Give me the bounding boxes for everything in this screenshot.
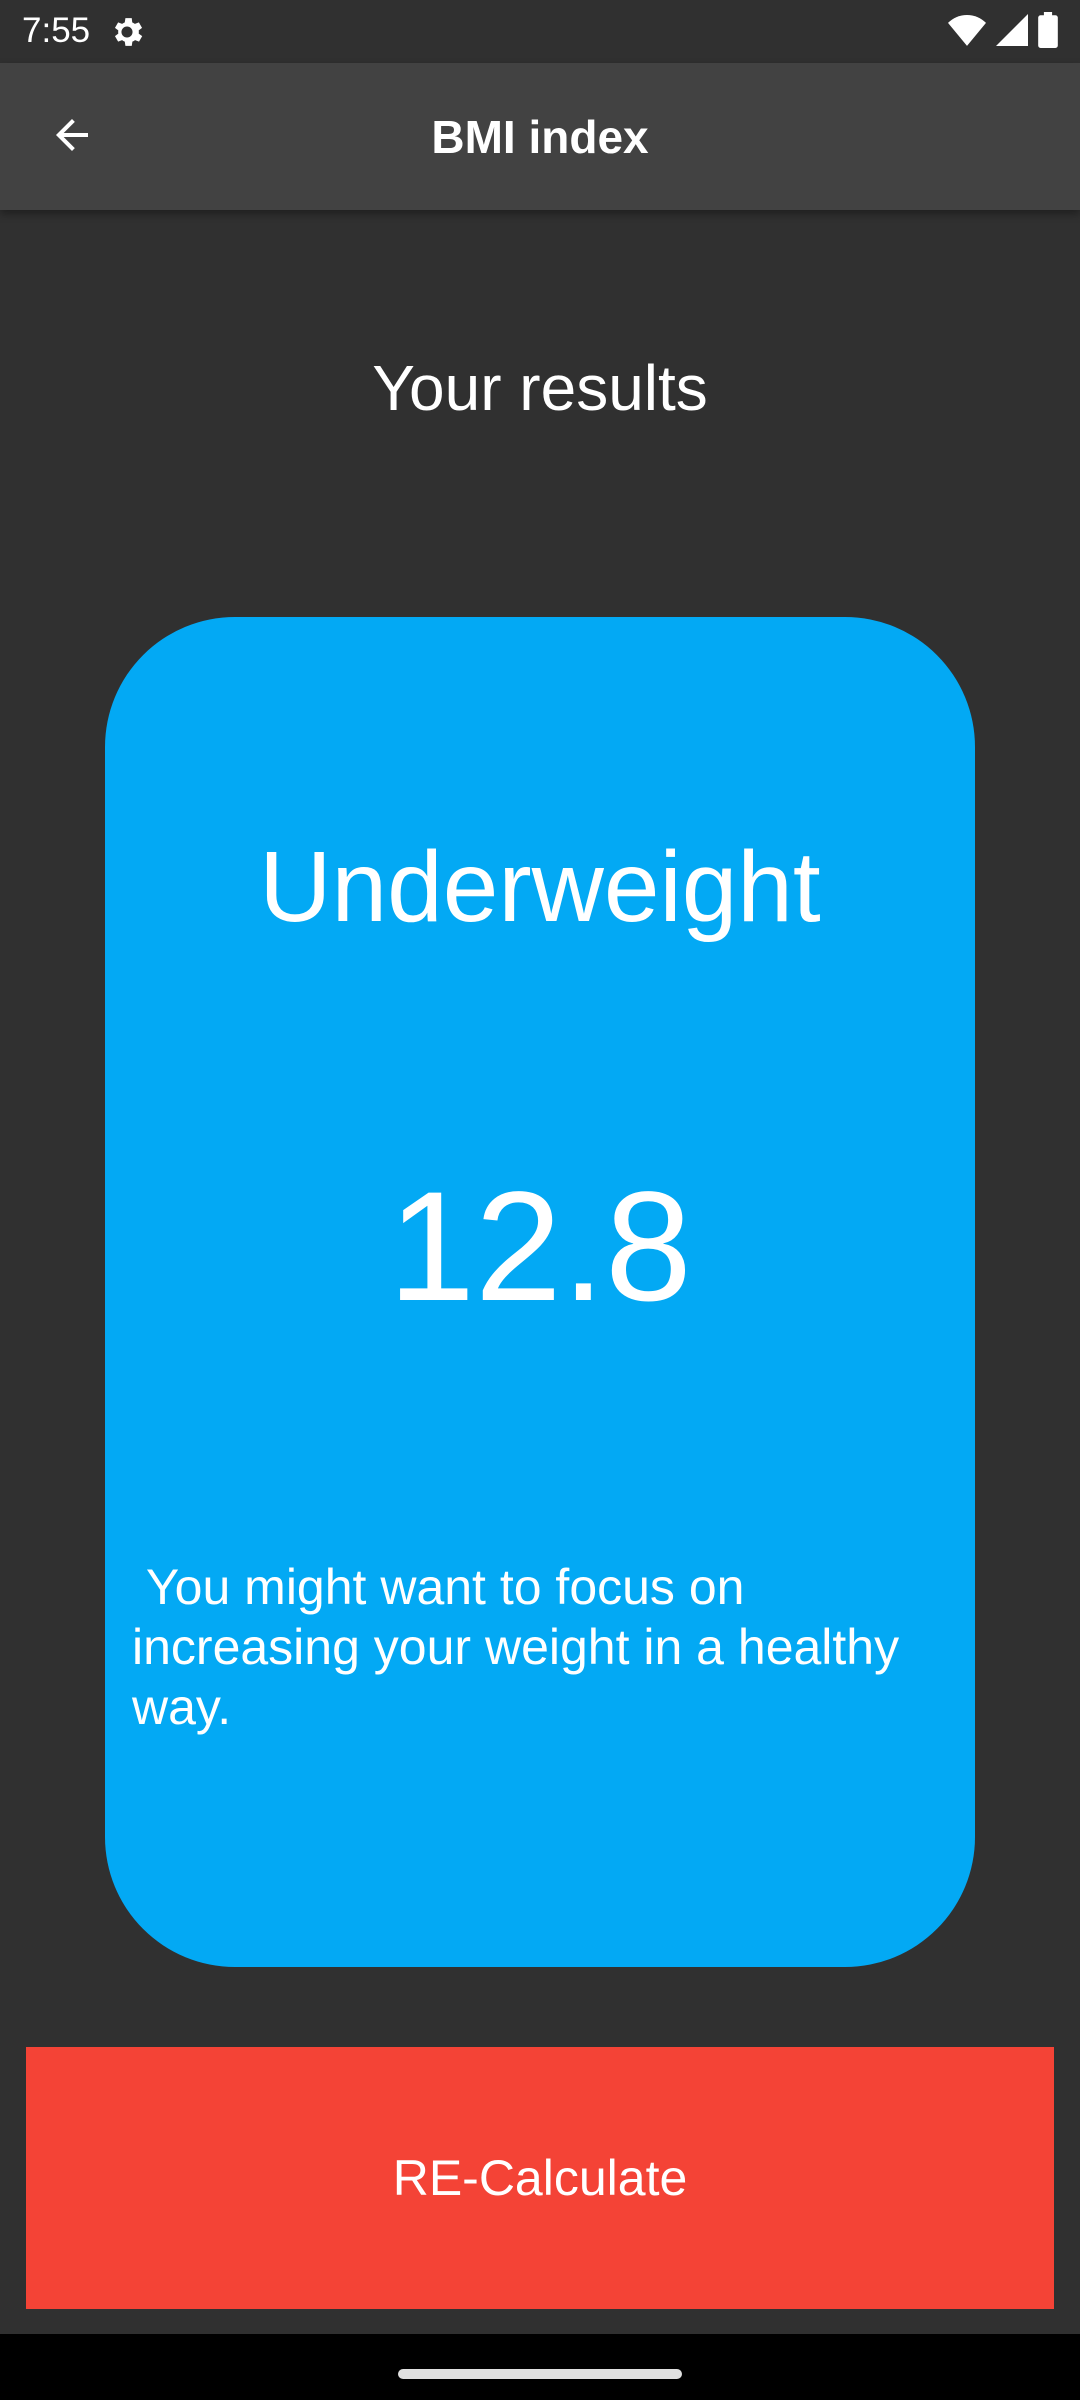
navigation-bar xyxy=(0,2334,1080,2400)
home-gesture-handle[interactable] xyxy=(398,2369,682,2379)
cell-signal-icon xyxy=(996,13,1028,51)
settings-gear-icon xyxy=(108,13,146,51)
page-title: BMI index xyxy=(431,111,649,163)
result-card: Underweight 12.8 You might want to focus… xyxy=(105,617,975,1967)
battery-icon xyxy=(1038,11,1058,53)
status-icons xyxy=(948,11,1058,53)
screen: 7:55 BMI index Your results Underweight … xyxy=(0,0,1080,2400)
bmi-category: Underweight xyxy=(259,831,821,943)
app-bar: BMI index xyxy=(0,63,1080,210)
status-time: 7:55 xyxy=(22,11,91,50)
bmi-value: 12.8 xyxy=(388,1160,692,1334)
status-bar: 7:55 xyxy=(0,0,1080,63)
recalculate-button[interactable]: RE-Calculate xyxy=(26,2047,1054,2309)
bmi-advice: You might want to focus on increasing yo… xyxy=(132,1559,914,1735)
wifi-icon xyxy=(948,14,986,51)
results-heading: Your results xyxy=(372,352,708,424)
